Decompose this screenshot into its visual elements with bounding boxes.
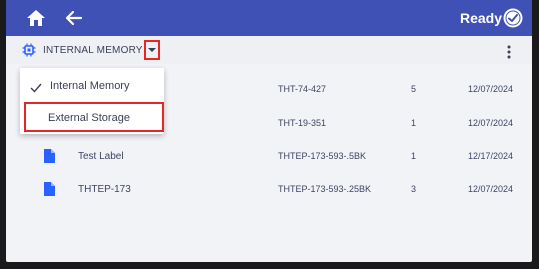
file-quantity: 3 [411,184,417,194]
file-row[interactable]: Test Label THTEP-173-593-.5BK 1 12/17/20… [6,139,532,171]
file-name: Test Label [78,151,124,162]
file-icon [44,182,55,196]
file-part-number: THT-19-351 [278,118,327,128]
file-name: THTEP-173 [78,184,131,195]
printer-screen: Ready INTERNAL MEMORY THT-74-427 5 12/07… [6,0,532,262]
check-circle-icon [502,7,524,29]
file-quantity: 5 [411,84,417,94]
file-date: 12/07/2024 [468,184,514,194]
file-date: 12/07/2024 [468,118,514,128]
menu-item-internal-memory[interactable]: Internal Memory [20,70,164,100]
chevron-down-icon [148,48,156,52]
menu-item-label: Internal Memory [50,80,130,92]
menu-item-label: External Storage [48,112,130,124]
storage-toolbar: INTERNAL MEMORY [6,36,532,64]
storage-dropdown-button[interactable] [144,40,160,60]
storage-selector-label[interactable]: INTERNAL MEMORY [43,45,143,56]
status-label: Ready [460,10,503,26]
file-quantity: 1 [411,118,417,128]
file-row[interactable]: THTEP-173 THTEP-173-593-.25BK 3 12/07/20… [6,172,532,204]
kebab-menu-icon[interactable] [506,44,512,60]
home-icon[interactable] [26,9,46,27]
file-date: 12/17/2024 [468,151,514,161]
file-part-number: THTEP-173-593-.25BK [278,184,372,194]
back-arrow-icon[interactable] [64,9,84,27]
top-bar: Ready [6,0,532,36]
file-date: 12/07/2024 [468,84,514,94]
storage-dropdown-menu: Internal Memory External Storage [20,68,164,134]
check-icon [30,80,42,93]
file-part-number: THT-74-427 [278,84,327,94]
file-icon [44,149,55,163]
menu-item-external-storage[interactable]: External Storage [24,102,164,132]
file-quantity: 1 [411,151,417,161]
memory-chip-icon [22,43,36,57]
file-part-number: THTEP-173-593-.5BK [278,151,367,161]
